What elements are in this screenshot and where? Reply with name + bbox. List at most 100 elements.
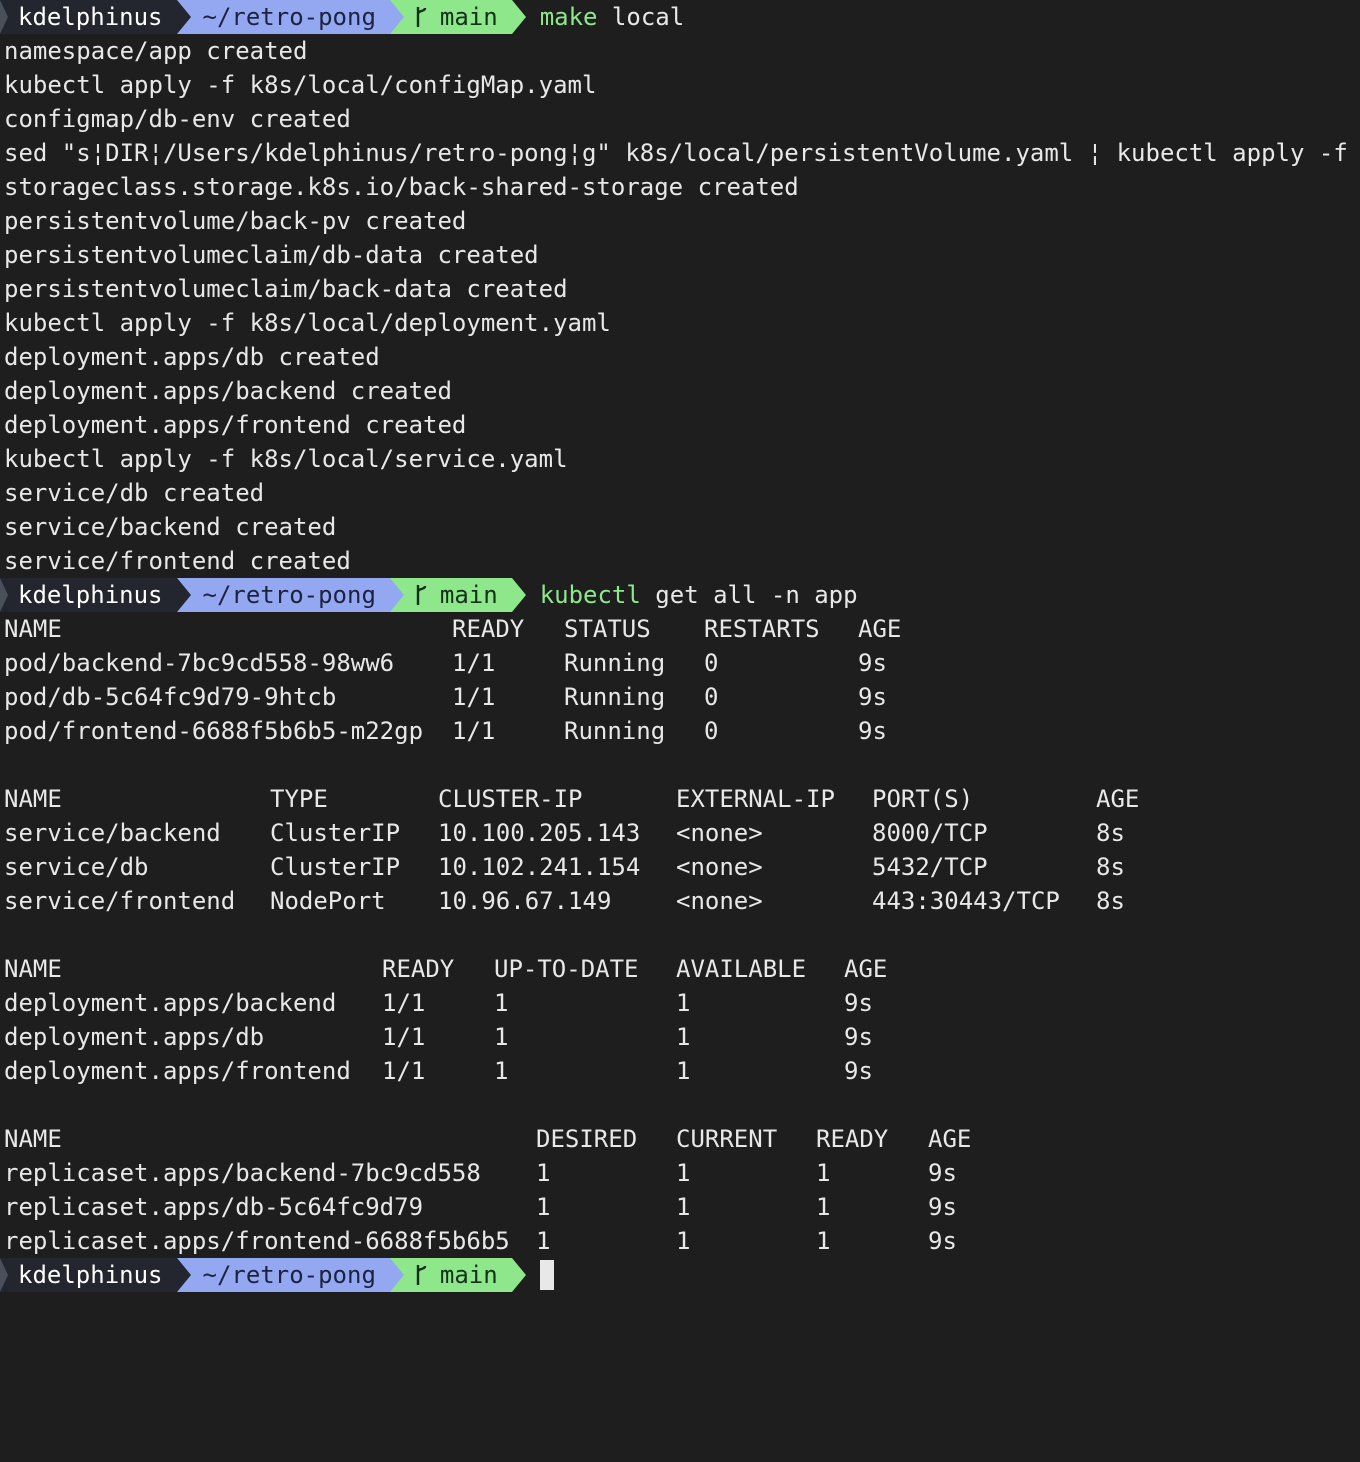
terminal-window[interactable]: kdelphinus ~/retro-pong main make local … [0, 0, 1360, 1292]
prompt-path: ~/retro-pong [202, 3, 376, 31]
table-row: deployment.apps/db 1/1 1 1 9s [0, 1020, 1360, 1054]
table-cell: 0 [704, 683, 719, 711]
prompt-path-segment: ~/retro-pong [176, 1258, 404, 1292]
table-cell: 1 [676, 1159, 691, 1187]
prompt-git-segment: main [389, 1258, 526, 1292]
output-line: deployment.apps/db created [4, 343, 380, 371]
powerline-arrow-icon [389, 1258, 404, 1292]
table-row: deployment.apps/backend 1/1 1 1 9s [0, 986, 1360, 1020]
table-cell: service/frontend [4, 887, 236, 915]
output-line: service/db created [4, 479, 265, 507]
table-cell: deployment.apps/frontend [4, 1057, 351, 1085]
prompt-path-segment: ~/retro-pong [176, 578, 404, 612]
table-cell: 1/1 [382, 989, 426, 1017]
table-cell: 1 [536, 1227, 551, 1255]
output-line: service/backend created [4, 513, 337, 541]
output-line: persistentvolume/back-pv created [4, 207, 467, 235]
output-line: sed "s¦DIR¦/Users/kdelphinus/retro-pong¦… [4, 139, 1360, 167]
table-cell: 9s [844, 989, 873, 1017]
table-row: pod/backend-7bc9cd558-98ww6 1/1 Running … [0, 646, 1360, 680]
output-line: kubectl apply -f k8s/local/service.yaml [4, 445, 568, 473]
table-cell: 9s [928, 1193, 957, 1221]
table-cell: 0 [704, 717, 719, 745]
table-cell: 5432/TCP [872, 853, 988, 881]
command-arguments: local [597, 3, 685, 31]
git-branch-icon [416, 1265, 427, 1285]
table-cell: 8s [1096, 819, 1125, 847]
table-cell: <none> [676, 819, 763, 847]
table-row: replicaset.apps/backend-7bc9cd558 1 1 1 … [0, 1156, 1360, 1190]
powerline-arrow-icon [511, 1258, 526, 1292]
output-line: service/frontend created [4, 547, 351, 575]
table-cell: 1 [536, 1159, 551, 1187]
column-header: AGE [858, 615, 902, 643]
column-header: AGE [1096, 785, 1140, 813]
table-cell: 1 [816, 1159, 831, 1187]
table-cell: 1 [676, 1193, 691, 1221]
table-cell: 8s [1096, 887, 1125, 915]
table-cell: service/db [4, 853, 149, 881]
prompt-user: kdelphinus [18, 581, 163, 609]
pods-table: NAME READY STATUS RESTARTS AGE pod/backe… [0, 612, 1360, 748]
powerline-arrow-icon [389, 578, 404, 612]
prompt-lead-icon [0, 578, 8, 612]
table-cell: 9s [844, 1023, 873, 1051]
table-cell: Running [564, 717, 666, 745]
table-row: replicaset.apps/frontend-6688f5b6b5 1 1 … [0, 1224, 1360, 1258]
table-cell: 1 [536, 1193, 551, 1221]
output-line: persistentvolumeclaim/db-data created [4, 241, 539, 269]
table-header-row: NAME DESIRED CURRENT READY AGE [0, 1122, 1360, 1156]
table-cell: 1 [494, 1023, 509, 1051]
column-header: AVAILABLE [676, 955, 807, 983]
prompt-user-segment: kdelphinus [0, 1258, 191, 1292]
prompt-lead-icon [0, 0, 8, 34]
prompt-branch: main [439, 1261, 498, 1289]
column-header: NAME [4, 1125, 62, 1153]
command-output: namespace/app created kubectl apply -f k… [0, 34, 1360, 578]
table-cell: replicaset.apps/db-5c64fc9d79 [4, 1193, 424, 1221]
table-row: service/db ClusterIP 10.102.241.154 <non… [0, 850, 1360, 884]
table-cell: pod/frontend-6688f5b6b5-m22gp [4, 717, 424, 745]
table-cell: 10.102.241.154 [438, 853, 641, 881]
table-row: pod/frontend-6688f5b6b5-m22gp 1/1 Runnin… [0, 714, 1360, 748]
prompt-git-segment: main [389, 578, 526, 612]
table-cell: <none> [676, 853, 763, 881]
table-cell: ClusterIP [270, 819, 401, 847]
command-executable: make [539, 3, 598, 31]
column-header: READY [816, 1125, 889, 1153]
table-cell: 1 [816, 1227, 831, 1255]
table-cell: 1/1 [452, 683, 496, 711]
column-header: PORT(S) [872, 785, 974, 813]
prompt-user-segment: kdelphinus [0, 578, 191, 612]
table-cell: ClusterIP [270, 853, 401, 881]
table-cell: 443:30443/TCP [872, 887, 1060, 915]
output-line: namespace/app created [4, 37, 308, 65]
powerline-arrow-icon [511, 0, 526, 34]
prompt-user: kdelphinus [18, 3, 163, 31]
output-line: kubectl apply -f k8s/local/configMap.yam… [4, 71, 597, 99]
table-cell: 0 [704, 649, 719, 677]
table-cell: 10.96.67.149 [438, 887, 612, 915]
column-header: TYPE [270, 785, 328, 813]
table-header-row: NAME READY STATUS RESTARTS AGE [0, 612, 1360, 646]
table-cell: pod/db-5c64fc9d79-9htcb [4, 683, 337, 711]
table-cell: 1/1 [382, 1057, 426, 1085]
table-cell: 1 [676, 1057, 691, 1085]
shell-prompt[interactable]: kdelphinus ~/retro-pong main [0, 1258, 1360, 1292]
table-cell: 1 [494, 1057, 509, 1085]
table-cell: 10.100.205.143 [438, 819, 641, 847]
table-cell: pod/backend-7bc9cd558-98ww6 [4, 649, 395, 677]
text-cursor[interactable] [539, 1260, 554, 1290]
table-header-row: NAME TYPE CLUSTER-IP EXTERNAL-IP PORT(S)… [0, 782, 1360, 816]
git-branch-icon [416, 585, 427, 605]
table-cell: Running [564, 649, 666, 677]
table-cell: 1 [676, 989, 691, 1017]
table-cell: deployment.apps/backend [4, 989, 337, 1017]
powerline-arrow-icon [176, 0, 191, 34]
command-executable: kubectl [539, 581, 641, 609]
output-line: deployment.apps/backend created [4, 377, 452, 405]
table-cell: Running [564, 683, 666, 711]
table-cell: 1 [676, 1023, 691, 1051]
output-line: storageclass.storage.k8s.io/back-shared-… [4, 173, 799, 201]
